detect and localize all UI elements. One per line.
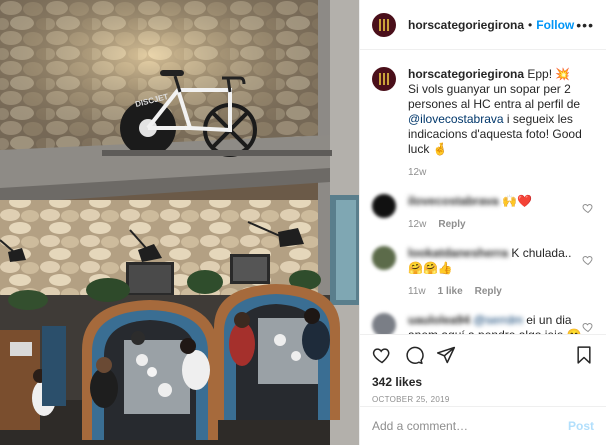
paper-plane-icon[interactable] — [436, 345, 456, 365]
comment-bubble-icon[interactable] — [404, 345, 424, 365]
separator-dot: • — [528, 17, 533, 32]
post-actions: 342 likes October 25, 2019 — [360, 334, 606, 406]
comment-item: uaulolea94 @serrdm ei un dia anem aquí a… — [372, 313, 594, 334]
comment-like-heart-icon[interactable] — [582, 321, 594, 333]
booth-left — [82, 300, 218, 440]
add-comment-input[interactable] — [372, 419, 568, 433]
comment-likes-count[interactable]: 1 like — [438, 284, 463, 299]
add-comment-bar: Post — [360, 406, 606, 445]
comment-like-heart-icon[interactable] — [582, 202, 594, 214]
comment-time[interactable]: 12w — [408, 217, 426, 232]
bookmark-icon[interactable] — [574, 345, 594, 365]
caption: horscategoriegirona Epp! 💥 Si vols guany… — [372, 67, 594, 180]
commenter-avatar[interactable] — [372, 194, 396, 218]
comment-time[interactable]: 11w — [408, 284, 426, 299]
restaurant-photo-illustration: DISCJET — [0, 0, 359, 445]
reply-button[interactable]: Reply — [438, 217, 465, 232]
post-photo[interactable]: DISCJET — [0, 0, 359, 445]
caption-username[interactable]: horscategoriegirona — [408, 67, 524, 81]
profile-avatar[interactable] — [372, 12, 396, 37]
comment-like-heart-icon[interactable] — [582, 254, 594, 266]
post-sidebar: horscategoriegirona • Follow ••• horscat… — [359, 0, 606, 445]
comment-item: lookatdanesherra K chulada..🤗🤗👍 11w 1 li… — [372, 246, 594, 299]
comment-text: 🙌❤️ — [502, 194, 532, 208]
reply-button[interactable]: Reply — [475, 284, 502, 299]
likes-count[interactable]: 342 likes — [372, 375, 594, 389]
caption-mention[interactable]: @ilovecostabrava — [408, 112, 504, 126]
booth-right — [214, 284, 340, 420]
commenter-avatar[interactable] — [372, 246, 396, 270]
post-header: horscategoriegirona • Follow ••• — [360, 0, 606, 50]
comment-mention[interactable]: @serrdm — [473, 313, 523, 328]
caption-time[interactable]: 12w — [408, 165, 426, 180]
caption-avatar[interactable] — [372, 67, 396, 91]
follow-button[interactable]: Follow — [536, 18, 574, 32]
more-options-icon[interactable]: ••• — [576, 17, 594, 33]
comments-list[interactable]: horscategoriegirona Epp! 💥 Si vols guany… — [360, 51, 606, 334]
post-comment-button[interactable]: Post — [568, 419, 594, 433]
commenter-username[interactable]: lookatdanesherra — [408, 246, 508, 261]
post-date[interactable]: October 25, 2019 — [372, 395, 594, 404]
profile-username[interactable]: horscategoriegirona — [408, 18, 524, 32]
commenter-avatar[interactable] — [372, 313, 396, 334]
heart-outline-icon[interactable] — [372, 345, 392, 365]
commenter-username[interactable]: uaulolea94 — [408, 313, 470, 328]
comment-item: ilovecostabrava 🙌❤️ 12w Reply — [372, 194, 594, 232]
commenter-username[interactable]: ilovecostabrava — [408, 194, 499, 209]
